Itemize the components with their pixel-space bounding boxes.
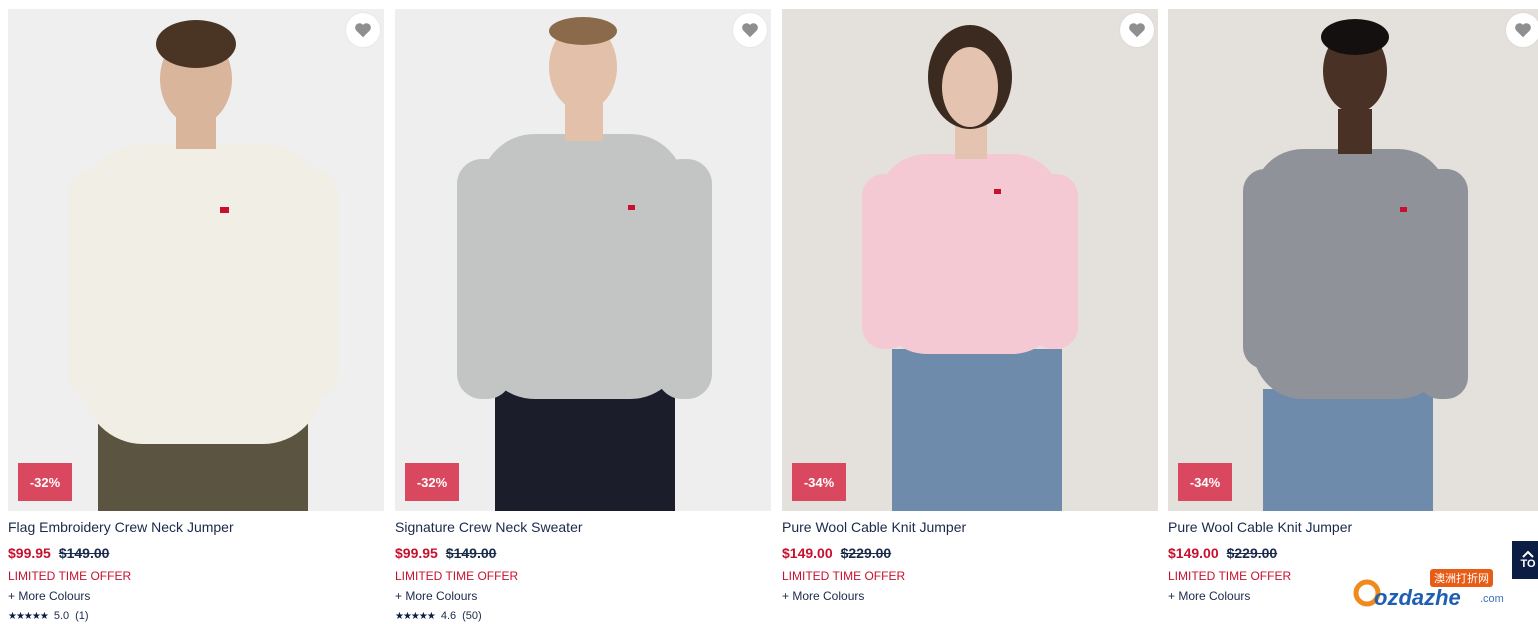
- sale-price: $149.00: [1168, 545, 1219, 561]
- limited-offer-label: LIMITED TIME OFFER: [782, 569, 906, 583]
- rating-stars-icon: ★★★★★: [8, 610, 49, 622]
- discount-badge: -34%: [792, 463, 846, 501]
- discount-badge: -34%: [1178, 463, 1232, 501]
- sale-price: $99.95: [395, 545, 438, 561]
- more-colours-link[interactable]: + More Colours: [395, 589, 771, 603]
- model-photo: [68, 20, 338, 511]
- rating-count: (50): [462, 610, 482, 622]
- more-colours-link[interactable]: + More Colours: [8, 589, 384, 603]
- discount-badge: -32%: [18, 463, 72, 501]
- original-price: $229.00: [840, 545, 892, 561]
- limited-offer-label: LIMITED TIME OFFER: [8, 569, 132, 583]
- product-card[interactable]: -32% Flag Embroidery Crew Neck Jumper $9…: [8, 9, 384, 623]
- rating-stars-icon: ★★★★★: [395, 610, 436, 622]
- chevron-up-icon: [1522, 550, 1534, 558]
- watermark-text: ozdazhe: [1374, 585, 1461, 610]
- more-colours-link[interactable]: + More Colours: [782, 589, 1158, 603]
- product-name[interactable]: Flag Embroidery Crew Neck Jumper: [8, 519, 384, 537]
- wishlist-heart-icon[interactable]: [1120, 13, 1154, 47]
- limited-offer-label: LIMITED TIME OFFER: [395, 569, 519, 583]
- rating-value: 4.6: [440, 610, 457, 622]
- product-name[interactable]: Pure Wool Cable Knit Jumper: [1168, 519, 1538, 537]
- back-to-top-button[interactable]: TO: [1512, 541, 1538, 579]
- model-photo: [1243, 19, 1468, 511]
- product-grid: -32% Flag Embroidery Crew Neck Jumper $9…: [0, 0, 1538, 624]
- product-card[interactable]: -34% Pure Wool Cable Knit Jumper $149.00…: [1168, 9, 1538, 603]
- price-row: $149.00 $229.00: [1168, 545, 1538, 563]
- product-image[interactable]: -34%: [782, 9, 1158, 511]
- product-card[interactable]: -34% Pure Wool Cable Knit Jumper $149.00…: [782, 9, 1158, 603]
- watermark-domain: .com: [1480, 593, 1504, 605]
- product-rating[interactable]: ★★★★★ 5.0 (1): [8, 609, 384, 623]
- wishlist-heart-icon[interactable]: [733, 13, 767, 47]
- price-row: $149.00 $229.00: [782, 545, 1158, 563]
- original-price: $229.00: [1226, 545, 1278, 561]
- sale-price: $149.00: [782, 545, 833, 561]
- watermark-logo: 澳洲打折网 ozdazhe .com: [1352, 569, 1512, 613]
- wishlist-heart-icon[interactable]: [346, 13, 380, 47]
- wishlist-heart-icon[interactable]: [1506, 13, 1538, 47]
- product-rating[interactable]: ★★★★★ 4.6 (50): [395, 609, 771, 623]
- original-price: $149.00: [445, 545, 497, 561]
- product-name[interactable]: Signature Crew Neck Sweater: [395, 519, 771, 537]
- model-photo: [862, 25, 1078, 511]
- product-image[interactable]: -32%: [8, 9, 384, 511]
- original-price: $149.00: [58, 545, 110, 561]
- price-row: $99.95 $149.00: [395, 545, 771, 563]
- product-card[interactable]: -32% Signature Crew Neck Sweater $99.95 $…: [395, 9, 771, 623]
- rating-value: 5.0: [53, 610, 70, 622]
- product-image[interactable]: -34%: [1168, 9, 1538, 511]
- rating-count: (1): [75, 610, 89, 622]
- model-photo: [457, 17, 712, 511]
- sale-price: $99.95: [8, 545, 51, 561]
- price-row: $99.95 $149.00: [8, 545, 384, 563]
- discount-badge: -32%: [405, 463, 459, 501]
- back-to-top-label: TO: [1520, 558, 1536, 570]
- product-image[interactable]: -32%: [395, 9, 771, 511]
- product-name[interactable]: Pure Wool Cable Knit Jumper: [782, 519, 1158, 537]
